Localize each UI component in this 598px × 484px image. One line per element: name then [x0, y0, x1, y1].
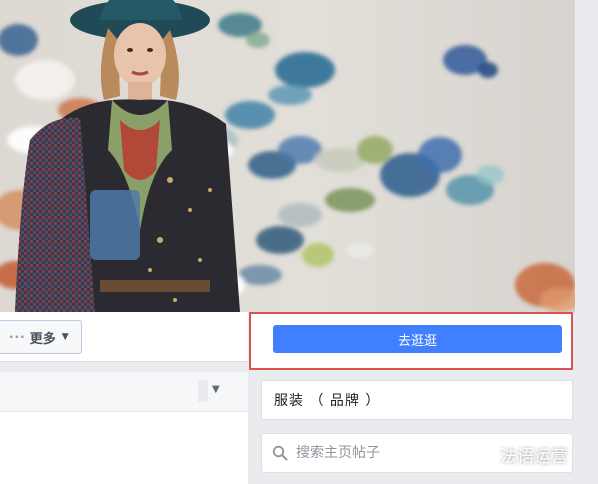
composer-chevron-down-icon[interactable]: ▼ [212, 384, 220, 395]
composer-body [0, 412, 248, 484]
more-button[interactable]: ··· 更多 ▼ [0, 320, 82, 354]
more-dots-icon: ··· [9, 330, 26, 344]
shop-now-button[interactable]: 去逛逛 [273, 325, 562, 353]
page-gutter [575, 0, 598, 484]
model-figure [15, 0, 240, 312]
cover-photo[interactable] [0, 0, 575, 312]
wechat-logo-icon [462, 442, 491, 465]
cover-illustration [0, 0, 575, 312]
cta-highlight-box: 去逛逛 [249, 312, 573, 370]
more-button-label: 更多 [29, 331, 56, 347]
wechat-watermark: 法语运营 [462, 441, 568, 467]
search-input[interactable] [296, 445, 476, 461]
page-category[interactable]: 服装 （ 品牌 ） [261, 380, 573, 420]
page-category-label: 服装 （ 品牌 ） [274, 393, 381, 409]
composer-header: ▼ [0, 372, 248, 412]
chevron-down-icon: ▼ [61, 332, 69, 342]
search-icon [272, 445, 288, 461]
watermark-text: 法语运营 [500, 446, 568, 467]
composer-divider [198, 380, 208, 402]
facebook-page: ··· 更多 ▼ ▼ 去逛逛 服装 （ 品牌 ） 搜索主页帖子 法语运营 [0, 0, 598, 484]
